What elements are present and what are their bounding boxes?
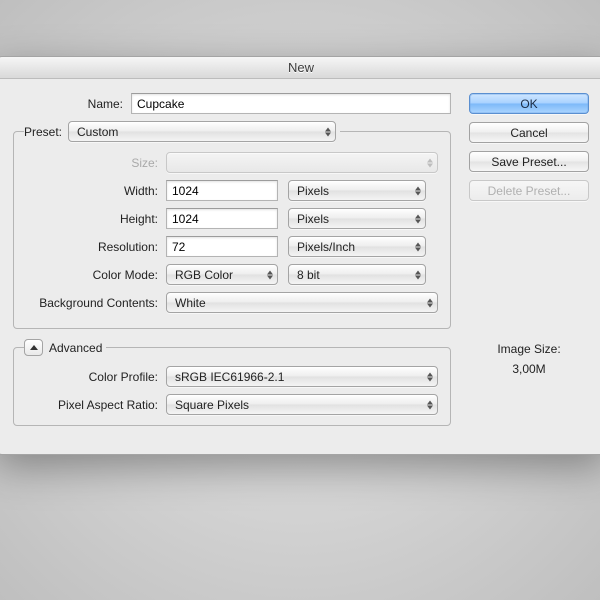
- name-label: Name:: [13, 97, 131, 111]
- bgcontents-label: Background Contents:: [26, 296, 166, 310]
- preset-value: Custom: [77, 125, 118, 139]
- bgcontents-select[interactable]: White: [166, 292, 438, 313]
- bgcontents-value: White: [175, 296, 206, 310]
- bitdepth-value: 8 bit: [297, 268, 320, 282]
- height-label: Height:: [26, 212, 166, 226]
- triangle-up-icon: [30, 345, 38, 350]
- width-unit-value: Pixels: [297, 184, 329, 198]
- resolution-input[interactable]: [166, 236, 278, 257]
- advanced-toggle[interactable]: [24, 339, 43, 356]
- image-size-label: Image Size:: [469, 339, 589, 359]
- preset-fieldset: Preset: Custom Size: Width:: [13, 121, 451, 329]
- resolution-unit-value: Pixels/Inch: [297, 240, 355, 254]
- save-preset-button[interactable]: Save Preset...: [469, 151, 589, 172]
- par-select[interactable]: Square Pixels: [166, 394, 438, 415]
- colormode-label: Color Mode:: [26, 268, 166, 282]
- colorprofile-label: Color Profile:: [26, 370, 166, 384]
- size-select: [166, 152, 438, 173]
- height-unit-value: Pixels: [297, 212, 329, 226]
- image-size-value: 3,00M: [469, 359, 589, 379]
- par-label: Pixel Aspect Ratio:: [26, 398, 166, 412]
- dialog-title: New: [0, 57, 600, 79]
- resolution-unit-select[interactable]: Pixels/Inch: [288, 236, 426, 257]
- name-input[interactable]: [131, 93, 451, 114]
- width-label: Width:: [26, 184, 166, 198]
- resolution-label: Resolution:: [26, 240, 166, 254]
- colorprofile-value: sRGB IEC61966-2.1: [175, 370, 284, 384]
- par-value: Square Pixels: [175, 398, 249, 412]
- image-size-info: Image Size: 3,00M: [469, 339, 589, 380]
- advanced-label: Advanced: [49, 341, 102, 355]
- preset-select[interactable]: Custom: [68, 121, 336, 142]
- size-label: Size:: [26, 156, 166, 170]
- width-input[interactable]: [166, 180, 278, 201]
- preset-label: Preset:: [24, 125, 62, 139]
- height-input[interactable]: [166, 208, 278, 229]
- advanced-fieldset: Advanced Color Profile: sRGB IEC61966-2.…: [13, 339, 451, 426]
- cancel-button[interactable]: Cancel: [469, 122, 589, 143]
- colormode-select[interactable]: RGB Color: [166, 264, 278, 285]
- delete-preset-button: Delete Preset...: [469, 180, 589, 201]
- new-document-dialog: New Name: Preset: Custom: [0, 56, 600, 455]
- colorprofile-select[interactable]: sRGB IEC61966-2.1: [166, 366, 438, 387]
- ok-button[interactable]: OK: [469, 93, 589, 114]
- bitdepth-select[interactable]: 8 bit: [288, 264, 426, 285]
- height-unit-select[interactable]: Pixels: [288, 208, 426, 229]
- width-unit-select[interactable]: Pixels: [288, 180, 426, 201]
- colormode-value: RGB Color: [175, 268, 233, 282]
